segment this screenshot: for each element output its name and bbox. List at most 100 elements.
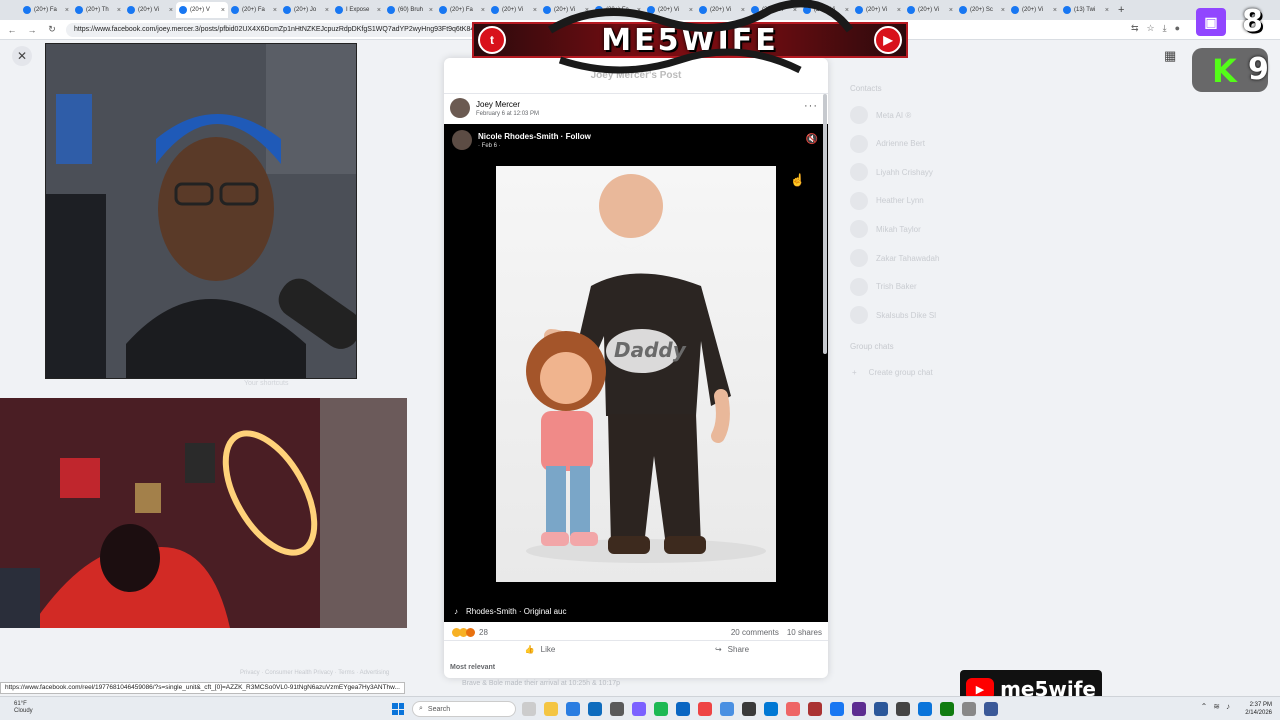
browser-tab[interactable]: (20+) Vi × bbox=[696, 2, 748, 18]
audio-attribution[interactable]: ♪ Rhodes-Smith · Original auc bbox=[454, 607, 566, 616]
browser-tab[interactable]: (20+) Vi × bbox=[904, 2, 956, 18]
contact-item[interactable]: Skalsubs Dike Sl bbox=[850, 306, 936, 325]
browser-tab[interactable]: (20+) Vi × bbox=[852, 2, 904, 18]
clock[interactable]: 2:37 PM 2/14/2026 bbox=[1245, 701, 1272, 717]
url-field[interactable]: https://www.facebook.com/joey.mercer.3/p… bbox=[66, 22, 486, 37]
contact-item[interactable]: Heather Lynn bbox=[850, 191, 924, 210]
post-timestamp[interactable]: February 6 at 12:03 PM bbox=[476, 111, 539, 117]
tab-close-icon[interactable]: × bbox=[533, 7, 537, 14]
tab-close-icon[interactable]: × bbox=[1053, 7, 1057, 14]
tab-close-icon[interactable]: × bbox=[481, 7, 485, 14]
browser-tab[interactable]: (20+) Vi × bbox=[1008, 2, 1060, 18]
browser-tab[interactable]: (20+) Vi × bbox=[748, 2, 800, 18]
taskbar-app-icon[interactable] bbox=[830, 702, 844, 716]
taskbar-app-icon[interactable] bbox=[522, 702, 536, 716]
download-icon[interactable]: ⤓ bbox=[1163, 23, 1167, 34]
taskbar-app-icon[interactable] bbox=[962, 702, 976, 716]
avatar[interactable] bbox=[450, 98, 470, 118]
taskbar-app-icon[interactable] bbox=[808, 702, 822, 716]
author-name[interactable]: Joey Mercer bbox=[476, 100, 539, 109]
mute-icon[interactable]: 🔇 bbox=[806, 134, 818, 145]
taskbar-app-icon[interactable] bbox=[742, 702, 756, 716]
tab-close-icon[interactable]: × bbox=[221, 7, 225, 14]
tab-close-icon[interactable]: × bbox=[117, 7, 121, 14]
taskbar-app-icon[interactable] bbox=[654, 702, 668, 716]
tab-close-icon[interactable]: × bbox=[65, 7, 69, 14]
tab-close-icon[interactable]: × bbox=[793, 7, 797, 14]
more-options-icon[interactable]: ··· bbox=[804, 100, 818, 112]
contact-item[interactable]: Zakar Tahawadah bbox=[850, 249, 939, 267]
contact-item[interactable]: Liyahh Crishayy bbox=[850, 163, 933, 182]
tab-close-icon[interactable]: × bbox=[429, 7, 433, 14]
taskbar-app-icon[interactable] bbox=[566, 702, 580, 716]
taskbar-app-icon[interactable] bbox=[874, 702, 888, 716]
browser-tab[interactable]: (60) Bruh × bbox=[384, 2, 436, 18]
browser-tab[interactable]: (20+) Fa × bbox=[228, 2, 280, 18]
taskbar-app-icon[interactable] bbox=[896, 702, 910, 716]
browser-tab[interactable]: (20+) Jo × bbox=[280, 2, 332, 18]
share-button[interactable]: ↪ Share bbox=[636, 641, 828, 658]
tab-close-icon[interactable]: × bbox=[273, 7, 277, 14]
tab-close-icon[interactable]: × bbox=[637, 7, 641, 14]
browser-tab[interactable]: I Expose × bbox=[332, 2, 384, 18]
reel-author[interactable]: Nicole Rhodes-Smith · Follow bbox=[478, 132, 591, 141]
back-icon[interactable]: ← bbox=[6, 25, 18, 35]
forward-icon[interactable]: → bbox=[26, 25, 38, 35]
windows-start-icon[interactable] bbox=[392, 703, 404, 715]
weather-widget[interactable]: 61°F Cloudy bbox=[14, 701, 33, 715]
taskbar-app-icon[interactable] bbox=[720, 702, 734, 716]
profile-icon[interactable]: ● bbox=[1175, 23, 1180, 34]
tab-close-icon[interactable]: × bbox=[377, 7, 381, 14]
reload-icon[interactable]: ↻ bbox=[46, 24, 58, 35]
volume-icon[interactable]: ♪ bbox=[1226, 702, 1230, 711]
tab-close-icon[interactable]: × bbox=[741, 7, 745, 14]
taskbar-app-icon[interactable] bbox=[544, 702, 558, 716]
browser-tab[interactable]: (20+) V × bbox=[176, 2, 228, 18]
avatar[interactable] bbox=[452, 130, 472, 150]
contact-item[interactable]: Adrienne Bert bbox=[850, 134, 925, 153]
modal-scrollbar[interactable] bbox=[823, 94, 827, 354]
close-icon[interactable]: ✕ bbox=[12, 46, 32, 66]
star-icon[interactable]: ☆ bbox=[1147, 23, 1155, 34]
taskbar-app-icon[interactable] bbox=[698, 702, 712, 716]
reaction-summary[interactable]: 28 bbox=[452, 628, 488, 637]
tab-close-icon[interactable]: × bbox=[1105, 7, 1109, 14]
contact-item[interactable]: Mikah Taylor bbox=[850, 220, 921, 239]
menu-grid-icon[interactable]: ▦ bbox=[1164, 48, 1176, 64]
taskbar-app-icon[interactable] bbox=[632, 702, 646, 716]
tab-close-icon[interactable]: × bbox=[689, 7, 693, 14]
share-count[interactable]: 10 shares bbox=[787, 628, 822, 637]
browser-tab[interactable]: (20+) Fa × bbox=[20, 2, 72, 18]
taskbar-app-icon[interactable] bbox=[940, 702, 954, 716]
taskbar-app-icon[interactable] bbox=[764, 702, 778, 716]
taskbar-app-icon[interactable] bbox=[676, 702, 690, 716]
tab-close-icon[interactable]: × bbox=[585, 7, 589, 14]
browser-tab[interactable]: (20+) Vi × bbox=[540, 2, 592, 18]
browser-tab[interactable]: (20+) Vi × bbox=[800, 2, 852, 18]
create-group-button[interactable]: + Create group chat bbox=[852, 368, 933, 377]
taskbar-app-icon[interactable] bbox=[984, 702, 998, 716]
translate-icon[interactable]: ⇆ bbox=[1131, 23, 1139, 34]
tab-close-icon[interactable]: × bbox=[325, 7, 329, 14]
contact-item[interactable]: Meta AI ® bbox=[850, 106, 911, 124]
taskbar-app-icon[interactable] bbox=[588, 702, 602, 716]
tab-close-icon[interactable]: × bbox=[1001, 7, 1005, 14]
browser-tab[interactable]: (20+) Th × bbox=[72, 2, 124, 18]
chevron-up-icon[interactable]: ⌃ bbox=[1201, 702, 1208, 711]
tab-close-icon[interactable]: × bbox=[169, 7, 173, 14]
tab-close-icon[interactable]: × bbox=[845, 7, 849, 14]
taskbar-app-icon[interactable] bbox=[918, 702, 932, 716]
taskbar-app-icon[interactable] bbox=[786, 702, 800, 716]
comment-count[interactable]: 20 comments bbox=[731, 628, 779, 637]
new-tab-icon[interactable]: + bbox=[1118, 4, 1124, 16]
browser-tab[interactable]: (13) Twi × bbox=[1060, 2, 1112, 18]
taskbar-app-icon[interactable] bbox=[610, 702, 624, 716]
browser-tab[interactable]: (20+) Fa × bbox=[592, 2, 644, 18]
browser-tab[interactable]: (20+) Vi × bbox=[488, 2, 540, 18]
taskbar-search[interactable]: ⌕ Search bbox=[412, 701, 516, 717]
comment-sort[interactable]: Most relevant bbox=[450, 664, 495, 671]
like-button[interactable]: 👍 Like bbox=[444, 641, 636, 658]
reel-player[interactable]: Nicole Rhodes-Smith · Follow · Feb 6 · 🔇 bbox=[444, 124, 828, 622]
browser-tab[interactable]: (20+) Vi × bbox=[124, 2, 176, 18]
wifi-icon[interactable]: ≋ bbox=[1213, 702, 1220, 711]
